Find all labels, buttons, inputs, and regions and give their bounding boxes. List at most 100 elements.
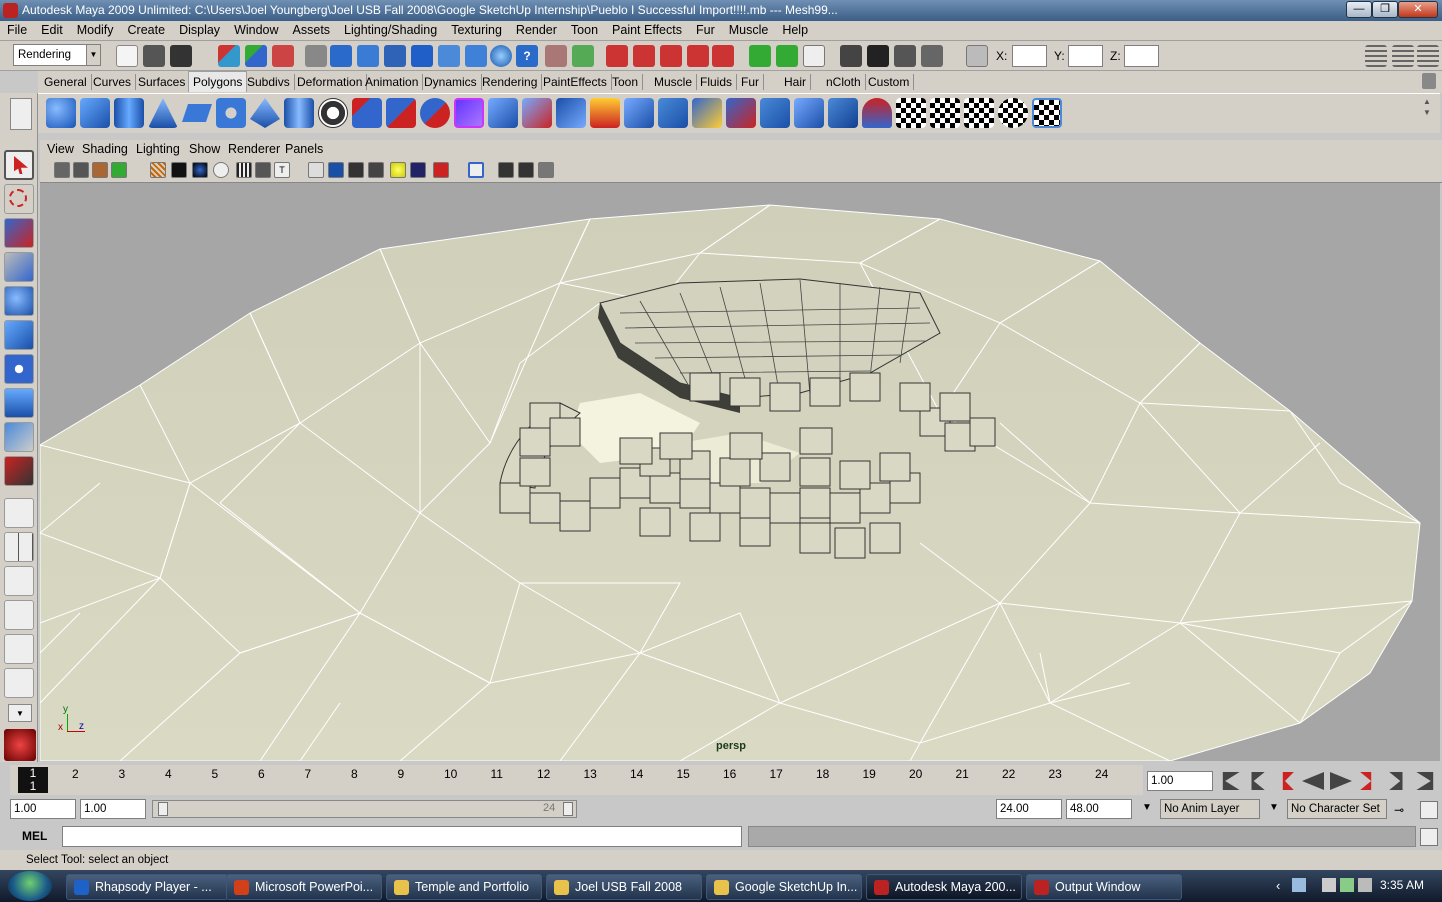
lock-icon[interactable] (545, 45, 567, 67)
poly-plane-icon[interactable] (182, 104, 212, 122)
menu-set-dropdown[interactable]: Rendering ▼ (13, 44, 101, 66)
anim-layer-dropdown[interactable]: No Anim Layer (1160, 799, 1260, 819)
camera-attributes-icon[interactable] (73, 162, 89, 178)
magnet-point-icon[interactable] (660, 45, 682, 67)
select-hierarchy-icon[interactable] (218, 45, 240, 67)
tab-ncloth[interactable]: nCloth (826, 74, 866, 90)
spherical-mapping-icon[interactable] (964, 98, 994, 128)
input-ops-icon[interactable] (749, 45, 771, 67)
text-icon[interactable]: T (274, 162, 290, 178)
tray-volume-icon[interactable] (1358, 878, 1372, 892)
select-object-icon[interactable] (245, 45, 267, 67)
goto-end-icon[interactable] (1416, 772, 1434, 790)
layout-hypershade-icon[interactable] (4, 634, 34, 664)
poly-cone-icon[interactable] (148, 98, 178, 128)
rotate-tool-icon[interactable] (4, 286, 34, 316)
attribute-editor-icon[interactable] (1365, 45, 1387, 67)
magnet-curve-icon[interactable] (633, 45, 655, 67)
split-polygon-icon[interactable] (590, 98, 620, 128)
combine-icon[interactable] (352, 98, 382, 128)
new-scene-icon[interactable] (116, 45, 138, 67)
tab-subdivs[interactable]: Subdivs (247, 74, 295, 90)
menu-create[interactable]: Create (121, 21, 173, 40)
range-handle-left[interactable] (158, 802, 168, 816)
tab-toon[interactable]: Toon (612, 74, 644, 90)
perspective-viewport[interactable]: persp y x z (40, 183, 1440, 761)
soft-mod-icon[interactable] (4, 388, 34, 418)
x-input[interactable] (1012, 45, 1047, 67)
menu-file[interactable]: File (0, 21, 34, 40)
wireframe-cube-icon[interactable] (308, 162, 324, 178)
panel-menu-renderer[interactable]: Renderer (228, 142, 280, 156)
menu-edit[interactable]: Edit (34, 21, 70, 40)
extrude-icon[interactable] (488, 98, 518, 128)
shelf-scroll[interactable]: ▲ ▼ (1420, 96, 1434, 130)
wireframe-icon[interactable] (236, 162, 252, 178)
task-temple-portfolio[interactable]: Temple and Portfolio (386, 874, 542, 900)
ipr-render-icon[interactable] (894, 45, 916, 67)
image-plane-icon[interactable] (111, 162, 127, 178)
menu-muscle[interactable]: Muscle (722, 21, 776, 40)
range-slider-bar[interactable]: 24 (152, 800, 577, 818)
planar-mapping-icon[interactable] (896, 98, 926, 128)
step-back-key-icon[interactable] (1282, 772, 1294, 790)
tray-device-icon[interactable] (1322, 878, 1336, 892)
minimize-button[interactable]: — (1346, 1, 1372, 18)
poly-torus-icon[interactable] (216, 98, 246, 128)
maya-app-icon[interactable] (3, 3, 18, 18)
merge-icon[interactable] (692, 98, 722, 128)
show-manip-icon[interactable] (4, 422, 34, 452)
tab-deformation[interactable]: Deformation (297, 74, 368, 90)
tab-general[interactable]: General (44, 74, 92, 90)
current-time-field[interactable]: 1.00 (1147, 771, 1213, 791)
output-ops-icon[interactable] (776, 45, 798, 67)
snap-curve-icon[interactable] (357, 45, 379, 67)
open-scene-icon[interactable] (143, 45, 165, 67)
field-chart-icon[interactable] (213, 162, 229, 178)
backface-icon[interactable] (518, 162, 534, 178)
start-time-field[interactable]: 1.00 (10, 799, 76, 819)
offset-edge-loop-icon[interactable] (658, 98, 688, 128)
bevel-icon[interactable] (726, 98, 756, 128)
menu-assets[interactable]: Assets (286, 21, 338, 40)
tab-polygons[interactable]: Polygons (188, 71, 248, 92)
snap-grid-icon[interactable] (330, 45, 352, 67)
tab-curves[interactable]: Curves (93, 74, 137, 90)
script-editor-icon[interactable] (1420, 828, 1438, 846)
layout-persp-outliner-icon[interactable] (4, 566, 34, 596)
menu-texturing[interactable]: Texturing (444, 21, 509, 40)
menu-paint-effects[interactable]: Paint Effects (605, 21, 689, 40)
tray-expand-icon[interactable]: ‹ (1276, 878, 1280, 893)
construction-history-icon[interactable] (803, 45, 825, 67)
poly-cube-icon[interactable] (80, 98, 110, 128)
poly-pipe-icon[interactable] (284, 98, 314, 128)
tab-muscle[interactable]: Muscle (654, 74, 698, 90)
insert-edge-loop-icon[interactable] (624, 98, 654, 128)
render-current-icon[interactable] (867, 45, 889, 67)
separate-icon[interactable] (386, 98, 416, 128)
textured-icon[interactable] (368, 162, 384, 178)
task-rhapsody[interactable]: Rhapsody Player - ... (66, 874, 228, 900)
paint-select-icon[interactable] (862, 98, 892, 128)
y-input[interactable] (1068, 45, 1103, 67)
playback-start-field[interactable]: 1.00 (80, 799, 146, 819)
animation-preferences-icon[interactable] (1420, 801, 1438, 819)
render-settings-icon[interactable] (921, 45, 943, 67)
clock[interactable]: 3:35 AM (1380, 878, 1424, 892)
tray-network-icon[interactable] (1292, 878, 1306, 892)
layout-persp-graph-icon[interactable] (4, 600, 34, 630)
tab-hair[interactable]: Hair (784, 74, 812, 90)
tab-surfaces[interactable]: Surfaces (138, 74, 191, 90)
use-all-lights-icon[interactable] (390, 162, 406, 178)
input-field-mode-icon[interactable] (966, 45, 988, 67)
xray-icon[interactable] (468, 162, 484, 178)
z-input[interactable] (1124, 45, 1159, 67)
mel-command-input[interactable] (62, 826, 742, 847)
last-tool-icon[interactable] (4, 456, 34, 486)
menu-modify[interactable]: Modify (70, 21, 121, 40)
task-output-window[interactable]: Output Window (1026, 874, 1182, 900)
history-icon[interactable] (465, 45, 487, 67)
cylindrical-mapping-icon[interactable] (930, 98, 960, 128)
channel-box-icon[interactable] (1417, 45, 1439, 67)
help-question-icon[interactable]: ? (516, 45, 538, 67)
